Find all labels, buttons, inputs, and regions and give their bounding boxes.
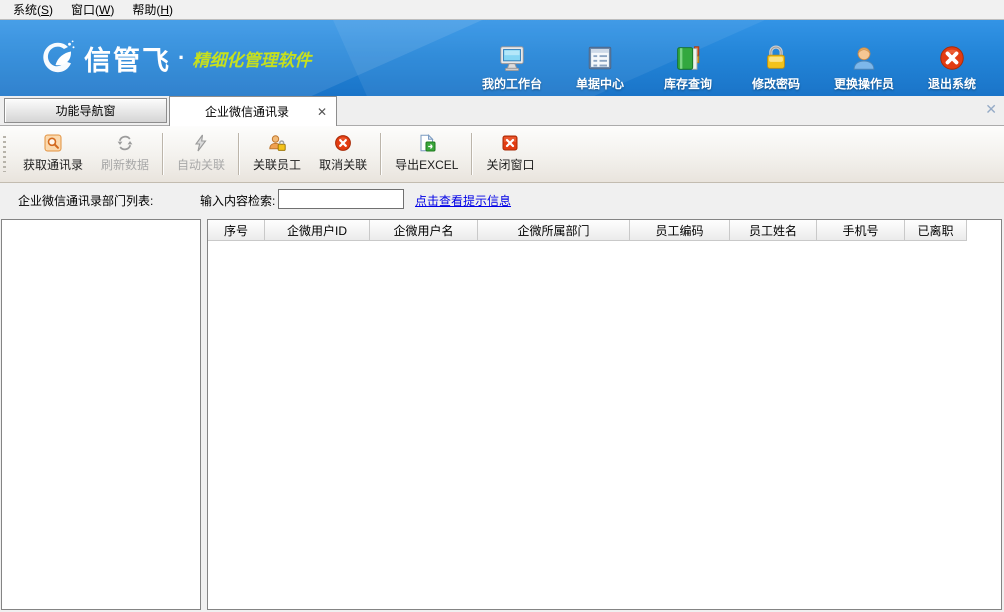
export-excel-button[interactable]: 导出EXCEL — [386, 126, 467, 182]
switch-operator-button[interactable]: 更换操作员 — [820, 20, 908, 96]
toolbar-grip-handle[interactable] — [3, 136, 6, 172]
column-header-phone[interactable]: 手机号 — [817, 220, 905, 241]
workbench-button[interactable]: 我的工作台 — [468, 20, 556, 96]
column-header-resigned[interactable]: 已离职 — [905, 220, 967, 241]
export-excel-icon — [418, 134, 436, 152]
toolbar-separator — [162, 133, 164, 175]
tabstrip-close-icon[interactable]: ✕ — [985, 101, 997, 118]
document-center-label: 单据中心 — [576, 75, 624, 92]
export-excel-label: 导出EXCEL — [395, 156, 458, 173]
contacts-table-panel: 序号 企微用户ID 企微用户名 企微所属部门 员工编码 员工姓名 手机号 已离职 — [207, 219, 1002, 610]
menu-system[interactable]: 系统(S) — [4, 0, 62, 19]
tab-function-navigator[interactable]: 功能导航窗 — [4, 98, 167, 123]
search-label: 输入内容检索: — [200, 192, 275, 209]
close-window-icon — [501, 134, 519, 152]
refresh-icon — [116, 134, 134, 152]
change-password-icon — [761, 43, 791, 73]
brand-slogan: 精细化管理软件 — [192, 46, 311, 71]
column-header-emp-code[interactable]: 员工编码 — [630, 220, 730, 241]
search-input[interactable] — [278, 189, 404, 209]
close-window-label: 关闭窗口 — [486, 156, 534, 173]
link-employee-icon — [268, 134, 286, 152]
workbench-label: 我的工作台 — [482, 75, 542, 92]
column-header-emp-name[interactable]: 员工姓名 — [730, 220, 817, 241]
tab-wechat-contacts[interactable]: 企业微信通讯录 ✕ — [169, 96, 337, 126]
hint-link[interactable]: 点击查看提示信息 — [415, 192, 511, 209]
menu-help[interactable]: 帮助(H) — [123, 0, 182, 19]
menu-bar: 系统(S) 窗口(W) 帮助(H) — [0, 0, 1004, 20]
fetch-contacts-button[interactable]: 获取通讯录 — [14, 126, 92, 182]
inventory-query-label: 库存查询 — [664, 75, 712, 92]
column-header-wechat-id[interactable]: 企微用户ID — [265, 220, 370, 241]
tab-function-navigator-label: 功能导航窗 — [55, 102, 115, 119]
column-header-index[interactable]: 序号 — [208, 220, 265, 241]
brand-name: 信管飞 — [84, 39, 171, 78]
fetch-contacts-label: 获取通讯录 — [23, 156, 83, 173]
switch-operator-label: 更换操作员 — [834, 75, 894, 92]
tab-close-icon[interactable]: ✕ — [308, 105, 336, 119]
exit-system-label: 退出系统 — [928, 75, 976, 92]
auto-link-label: 自动关联 — [177, 156, 225, 173]
change-password-label: 修改密码 — [752, 75, 800, 92]
department-tree-panel — [1, 219, 201, 610]
switch-operator-icon — [849, 43, 879, 73]
column-header-wechat-name[interactable]: 企微用户名 — [370, 220, 478, 241]
content-area: 企业微信通讯录部门列表: 输入内容检索: 点击查看提示信息 序号 企微用户ID … — [0, 183, 1004, 612]
table-header-row: 序号 企微用户ID 企微用户名 企微所属部门 员工编码 员工姓名 手机号 已离职 — [208, 220, 1001, 241]
toolbar: 获取通讯录 刷新数据 自动关联 关联员工 取消关 — [0, 126, 1004, 183]
unlink-label: 取消关联 — [319, 156, 367, 173]
column-header-wechat-dept[interactable]: 企微所属部门 — [478, 220, 630, 241]
auto-link-button: 自动关联 — [168, 126, 234, 182]
inventory-query-button[interactable]: 库存查询 — [644, 20, 732, 96]
link-employee-label: 关联员工 — [253, 156, 301, 173]
toolbar-separator — [471, 133, 473, 175]
change-password-button[interactable]: 修改密码 — [732, 20, 820, 96]
exit-system-button[interactable]: 退出系统 — [908, 20, 996, 96]
dept-list-label: 企业微信通讯录部门列表: — [18, 192, 153, 209]
brand-separator: · — [178, 45, 185, 71]
document-center-button[interactable]: 单据中心 — [556, 20, 644, 96]
inventory-query-icon — [673, 43, 703, 73]
brand-logo-icon — [38, 38, 78, 78]
auto-link-icon — [192, 134, 210, 152]
unlink-icon — [334, 134, 352, 152]
workbench-icon — [497, 43, 527, 73]
fetch-contacts-icon — [44, 134, 62, 152]
toolbar-separator — [238, 133, 240, 175]
document-center-icon — [585, 43, 615, 73]
toolbar-separator — [380, 133, 382, 175]
menu-window[interactable]: 窗口(W) — [62, 0, 123, 19]
app-header: 信管飞 · 精细化管理软件 我的工作台 — [0, 20, 1004, 96]
close-window-button[interactable]: 关闭窗口 — [477, 126, 543, 182]
tab-strip: 功能导航窗 企业微信通讯录 ✕ ✕ — [0, 96, 1004, 126]
tab-wechat-contacts-label: 企业微信通讯录 — [170, 103, 308, 120]
link-employee-button[interactable]: 关联员工 — [244, 126, 310, 182]
exit-system-icon — [937, 43, 967, 73]
refresh-data-label: 刷新数据 — [101, 156, 149, 173]
brand-logo: 信管飞 · 精细化管理软件 — [38, 34, 311, 82]
header-actions: 我的工作台 单据中心 库存查询 — [468, 20, 996, 96]
unlink-button[interactable]: 取消关联 — [310, 126, 376, 182]
refresh-data-button: 刷新数据 — [92, 126, 158, 182]
